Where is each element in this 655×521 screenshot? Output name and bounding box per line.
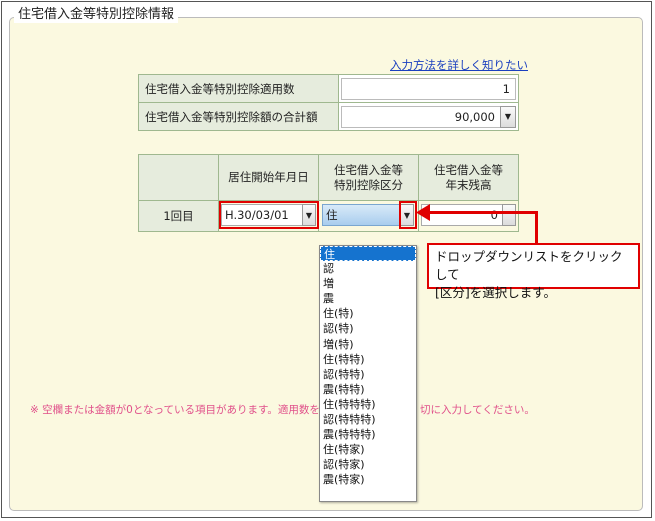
deduction-count-label: 住宅借入金等特別控除適用数 (138, 74, 339, 103)
summary-row-total: 住宅借入金等特別控除額の合計額 90,000 ▼ (138, 102, 519, 131)
deduction-count-field[interactable]: 1 (341, 77, 516, 100)
deduction-category-dropdown-button[interactable]: ▼ (400, 204, 414, 226)
deduction-total-field[interactable]: 90,000 (341, 105, 500, 128)
callout-line-1: ドロップダウンリストをクリックして (435, 249, 623, 282)
dropdown-option[interactable]: 住 (320, 246, 416, 262)
callout-line-2: [区分]を選択します。 (435, 285, 557, 300)
dropdown-option[interactable]: 震 (320, 291, 416, 306)
caret-down-icon: ▼ (305, 210, 313, 220)
dropdown-option[interactable]: 住(特家) (320, 442, 416, 457)
header-move-in-date: 居住開始年月日 (218, 154, 319, 201)
deduction-total-label: 住宅借入金等特別控除額の合計額 (138, 102, 339, 131)
category-dropdown-list[interactable]: 住認増震住(特) 認(特) 増(特) 住(特特) 認(特特) 震(特特) 住(特特特) 認(特… (319, 245, 417, 502)
validation-note: ※ 空欄または金額が0となっている項目があります。適用数を (30, 404, 320, 416)
dropdown-option[interactable]: 震(特特特) (320, 427, 416, 442)
deduction-total-dropdown-button[interactable]: ▼ (500, 105, 516, 128)
header-year-end-balance: 住宅借入金等 年末残高 (418, 154, 519, 201)
year-end-balance-spin-button[interactable] (502, 204, 516, 226)
callout-arrow-horizontal (425, 211, 538, 214)
dropdown-option[interactable]: 認(特家) (320, 457, 416, 472)
callout-arrow-vertical (535, 212, 538, 245)
dropdown-option[interactable]: 住(特特特) (320, 397, 416, 412)
header-blank (138, 154, 219, 201)
dropdown-option[interactable]: 認(特特特) (320, 412, 416, 427)
dropdown-option[interactable]: 震(特特) (320, 382, 416, 397)
caret-down-icon: ▼ (504, 112, 512, 121)
dropdown-option[interactable]: 増(特) (320, 337, 416, 352)
instruction-callout: ドロップダウンリストをクリックして [区分]を選択します。 (427, 243, 640, 300)
validation-note-tail: 切に入力してください。 (420, 404, 535, 416)
help-link[interactable]: 入力方法を詳しく知りたい (390, 57, 528, 73)
header-deduction-category: 住宅借入金等 特別控除区分 (318, 154, 419, 201)
summary-row-count: 住宅借入金等特別控除適用数 1 (138, 74, 519, 103)
dropdown-option[interactable]: 認 (320, 261, 416, 276)
caret-down-icon: ▼ (403, 210, 411, 220)
summary-table: 住宅借入金等特別控除適用数 1 住宅借入金等特別控除額の合計額 90,000 ▼ (138, 74, 519, 131)
row-label: 1回目 (138, 200, 219, 232)
dropdown-option[interactable]: 住(特) (320, 306, 416, 321)
section-legend: 住宅借入金等特別控除情報 (14, 7, 179, 23)
dropdown-option[interactable]: 震(特家) (320, 472, 416, 487)
arrow-head-icon (416, 204, 430, 221)
dropdown-option[interactable]: 認(特) (320, 321, 416, 336)
move-in-date-dropdown-button[interactable]: ▼ (302, 204, 316, 226)
dropdown-option[interactable]: 認(特特) (320, 367, 416, 382)
dropdown-option[interactable]: 住(特特) (320, 352, 416, 367)
move-in-date-select[interactable]: H.30/03/01 (221, 204, 303, 226)
deduction-category-select[interactable]: 住 (322, 204, 400, 226)
year-end-balance-field[interactable]: 0 (421, 204, 503, 226)
dropdown-option[interactable]: 増 (320, 276, 416, 291)
detail-header-row: 居住開始年月日 住宅借入金等 特別控除区分 住宅借入金等 年末残高 (138, 154, 519, 201)
